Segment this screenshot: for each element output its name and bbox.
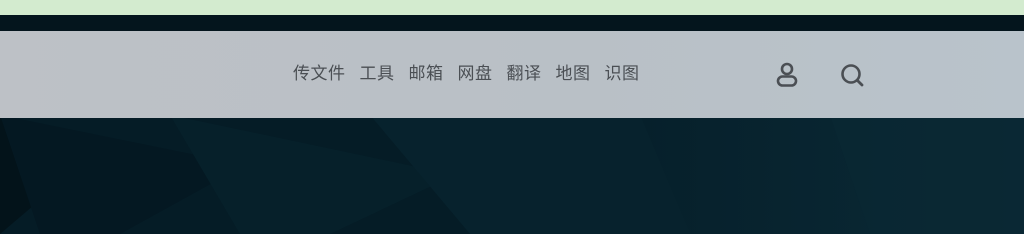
nav-item-map[interactable]: 地图 [549, 31, 598, 118]
nav-item-translate[interactable]: 翻译 [500, 31, 549, 118]
search-button[interactable] [837, 60, 867, 90]
nav-item-transfer-file[interactable]: 传文件 [286, 31, 353, 118]
nav-item-mail[interactable]: 邮箱 [402, 31, 451, 118]
top-navbar: 传文件 工具 邮箱 网盘 翻译 地图 识图 [0, 31, 1024, 118]
search-icon [841, 64, 864, 87]
nav-item-image-recognition[interactable]: 识图 [598, 31, 647, 118]
nav-links: 传文件 工具 邮箱 网盘 翻译 地图 识图 [286, 31, 647, 118]
page: 传文件 工具 邮箱 网盘 翻译 地图 识图 [0, 0, 1024, 234]
top-accent-strip [0, 0, 1024, 15]
nav-item-cloud-drive[interactable]: 网盘 [451, 31, 500, 118]
user-icon [776, 62, 798, 87]
nav-item-tools[interactable]: 工具 [353, 31, 402, 118]
user-button[interactable] [772, 60, 802, 90]
